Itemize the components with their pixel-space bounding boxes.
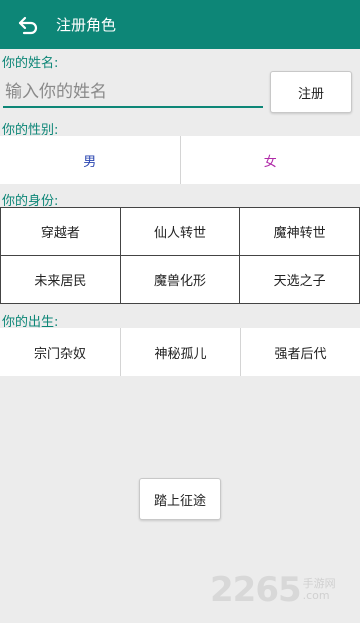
birth-option[interactable]: 神秘孤儿 bbox=[120, 328, 240, 376]
identity-option[interactable]: 仙人转世 bbox=[120, 208, 241, 256]
back-button[interactable] bbox=[0, 0, 56, 49]
start-journey-button[interactable]: 踏上征途 bbox=[139, 478, 221, 520]
identity-option[interactable]: 魔兽化形 bbox=[120, 256, 241, 304]
name-row: 注册 bbox=[0, 70, 360, 118]
app-bar: 注册角色 bbox=[0, 0, 360, 49]
gender-selector: 男 女 bbox=[0, 136, 360, 184]
watermark-text: 手游网 .com bbox=[302, 576, 336, 602]
birth-grid: 宗门杂奴 神秘孤儿 强者后代 bbox=[0, 328, 360, 376]
gender-option-female[interactable]: 女 bbox=[179, 136, 360, 184]
watermark-logo: 2265 手游网 .com bbox=[210, 570, 360, 610]
watermark-domain: .com bbox=[302, 589, 330, 602]
register-button[interactable]: 注册 bbox=[270, 71, 352, 113]
name-input[interactable] bbox=[3, 78, 263, 108]
birth-option[interactable]: 强者后代 bbox=[240, 328, 360, 376]
identity-option[interactable]: 穿越者 bbox=[1, 208, 121, 256]
page-title: 注册角色 bbox=[56, 16, 117, 34]
gender-option-male[interactable]: 男 bbox=[0, 136, 180, 184]
identity-option[interactable]: 天选之子 bbox=[240, 256, 360, 304]
name-label: 你的姓名: bbox=[2, 56, 59, 71]
birth-option[interactable]: 宗门杂奴 bbox=[0, 328, 120, 376]
identity-option[interactable]: 魔神转世 bbox=[240, 208, 360, 256]
watermark-suffix: 手游网 bbox=[302, 576, 336, 590]
identity-option[interactable]: 未来居民 bbox=[1, 256, 121, 304]
identity-grid: 穿越者 仙人转世 魔神转世 未来居民 魔兽化形 天选之子 bbox=[0, 207, 360, 304]
watermark-number: 2265 bbox=[210, 570, 302, 610]
back-arrow-icon bbox=[18, 16, 38, 34]
